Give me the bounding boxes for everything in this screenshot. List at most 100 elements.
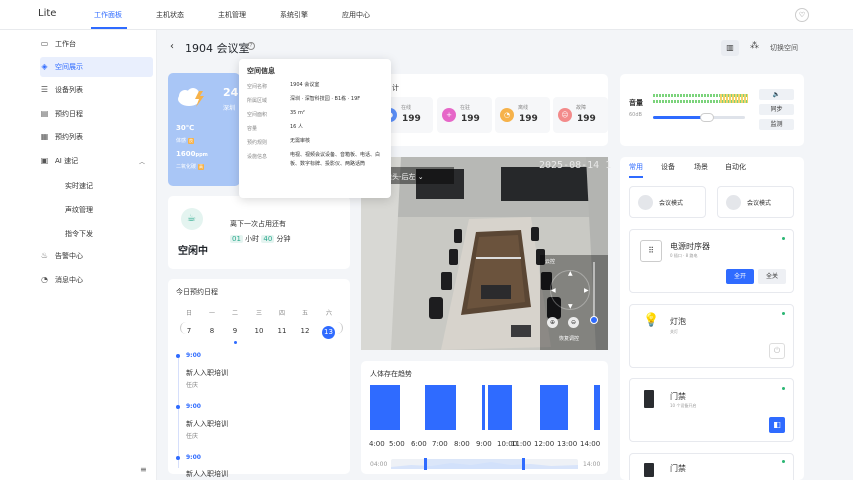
sidebar-subitem-realtime-notes[interactable]: 实时速记: [65, 181, 93, 191]
calendar-day[interactable]: 12: [299, 327, 311, 335]
presence-bar: [370, 385, 400, 430]
offline-icon: ◔: [500, 108, 514, 122]
hours-unit: 小时: [245, 235, 260, 243]
ptz-left-icon[interactable]: ◀: [551, 287, 556, 294]
sidebar-item-space-display[interactable]: ◈ 空间展示: [40, 57, 83, 77]
ai-note-icon: ▣: [40, 156, 49, 165]
presence-bar: [482, 385, 485, 430]
temperature-text: 30℃: [176, 124, 195, 132]
device-name: 灯泡: [670, 317, 686, 326]
sidebar-item-label: 消息中心: [55, 276, 83, 284]
tab-devices[interactable]: 设备: [661, 162, 675, 172]
scene-meeting-mode[interactable]: 会议模式: [629, 186, 706, 218]
sidebar-item-schedule[interactable]: ▤ 预约日程: [40, 104, 83, 124]
ptz-down-icon[interactable]: ▼: [568, 303, 573, 310]
tab-scenes[interactable]: 场景: [694, 162, 708, 172]
device-name: 门禁: [670, 392, 686, 401]
calendar-day-today[interactable]: 13: [322, 326, 335, 339]
sidebar-item-ai-notes[interactable]: ▣ AI 速记: [40, 151, 78, 171]
timeline-handle-end[interactable]: [522, 458, 525, 470]
scene-label: 会议模式: [659, 200, 684, 207]
info-value: 电视、视频会议设备、音箱板、电话、白板、数字标牌、投影仪、两路话筒: [290, 152, 381, 167]
tab-automation[interactable]: 自动化: [725, 162, 746, 172]
event-title[interactable]: 新人入职培训: [186, 368, 228, 378]
sidebar-item-message-center[interactable]: ◔ 消息中心: [40, 270, 83, 290]
occupancy-card: [168, 196, 350, 269]
sidebar-item-label: AI 速记: [55, 157, 79, 165]
back-arrow-icon[interactable]: ‹: [170, 41, 174, 52]
nav-system-engine[interactable]: 系统引擎: [280, 10, 308, 20]
calendar-day[interactable]: 10: [253, 327, 265, 335]
temperature-tag: 良: [188, 138, 195, 144]
zoom-out-icon[interactable]: ⊖: [568, 317, 579, 328]
stat-value: 199: [402, 114, 421, 124]
calendar-day[interactable]: 7: [183, 327, 195, 335]
all-on-button[interactable]: 全开: [726, 269, 754, 284]
event-title[interactable]: 新人入职培训: [186, 419, 228, 429]
calendar-day[interactable]: 11: [276, 327, 288, 335]
scene-meeting-mode[interactable]: 会议模式: [717, 186, 794, 218]
switch-space-button[interactable]: 切换空间: [770, 43, 798, 53]
info-value: 无需审核: [290, 138, 311, 144]
tab-common[interactable]: 常用: [629, 162, 643, 172]
temperature-sub-text: 体感: [176, 138, 187, 144]
ptz-right-icon[interactable]: ▶: [584, 287, 589, 294]
stat-fault[interactable]: ☹ 故障 199: [553, 97, 608, 133]
timeline-selection[interactable]: [427, 459, 524, 469]
door-access-icon: [644, 390, 654, 408]
sidebar-item-workbench[interactable]: ▭ 工作台: [40, 34, 76, 54]
sync-button[interactable]: 同步: [759, 104, 794, 115]
co2-value: 1600: [176, 150, 196, 158]
sidebar-subitem-commands[interactable]: 指令下发: [65, 229, 93, 239]
co2-sub-text: 二氧化碳: [176, 164, 197, 170]
sidebar-collapse-icon[interactable]: ≡: [140, 465, 147, 474]
bar-chart-icon[interactable]: ▥: [721, 40, 739, 56]
weekday-label: 二: [231, 310, 238, 317]
online-status-dot: [782, 312, 785, 315]
timeline-handle-start[interactable]: [424, 458, 427, 470]
nav-host-status[interactable]: 主机状态: [156, 10, 184, 20]
info-value: 1904 会议室: [290, 82, 320, 88]
weekday-label: 六: [325, 310, 332, 317]
stat-value: 199: [519, 114, 538, 124]
volume-slider-handle[interactable]: [700, 113, 714, 122]
weekday-label: 一: [208, 310, 215, 317]
zoom-in-icon[interactable]: ⊕: [547, 317, 558, 328]
all-off-button[interactable]: 全关: [758, 269, 786, 284]
notification-bell-icon[interactable]: ♡: [795, 8, 809, 22]
zoom-slider-handle[interactable]: [590, 316, 598, 324]
nav-host-manage[interactable]: 主机管理: [218, 10, 246, 20]
chevron-up-icon[interactable]: ︿: [139, 157, 145, 166]
sidebar-item-label: 工作台: [55, 40, 76, 48]
switch-space-icon[interactable]: ⁂: [750, 41, 759, 51]
stat-present[interactable]: + 在驻 199: [437, 97, 492, 133]
ptz-reset-button[interactable]: 恢复调控: [559, 335, 579, 342]
trend-tick: 9:00: [476, 440, 492, 448]
page-title: 1904 会议室: [185, 42, 250, 55]
co2-sublabel: 二氧化碳高: [176, 163, 205, 170]
event-title[interactable]: 新人入职培训: [186, 469, 228, 479]
power-icon[interactable]: ⏻: [769, 343, 785, 359]
sidebar-item-alarm-center[interactable]: ♨ 告警中心: [40, 246, 83, 266]
event-user: 任庆: [186, 433, 199, 440]
zoom-slider[interactable]: [593, 262, 595, 322]
hours-value: 01: [230, 235, 243, 243]
presence-bar: [425, 385, 456, 430]
calendar-day[interactable]: 9: [229, 327, 241, 335]
ptz-label: 云控: [545, 259, 556, 265]
info-icon[interactable]: ?: [247, 42, 255, 50]
nav-workbench[interactable]: 工作面板: [94, 10, 122, 20]
fault-icon: ☹: [558, 108, 572, 122]
speaker-icon[interactable]: 🔈: [759, 89, 794, 100]
door-open-icon[interactable]: ◧: [769, 417, 785, 433]
nav-app-center[interactable]: 应用中心: [342, 10, 370, 20]
scene-label: 会议模式: [747, 200, 772, 207]
online-status-dot: [782, 387, 785, 390]
stat-offline[interactable]: ◔ 离线 199: [495, 97, 550, 133]
sidebar-item-booking-list[interactable]: ▦ 预约列表: [40, 127, 83, 147]
monitor-button[interactable]: 监测: [759, 119, 794, 130]
sidebar-item-device-list[interactable]: ☰ 设备列表: [40, 80, 83, 100]
ptz-up-icon[interactable]: ▲: [568, 270, 573, 277]
calendar-day[interactable]: 8: [206, 327, 218, 335]
sidebar-subitem-voiceprint[interactable]: 声纹管理: [65, 205, 93, 215]
